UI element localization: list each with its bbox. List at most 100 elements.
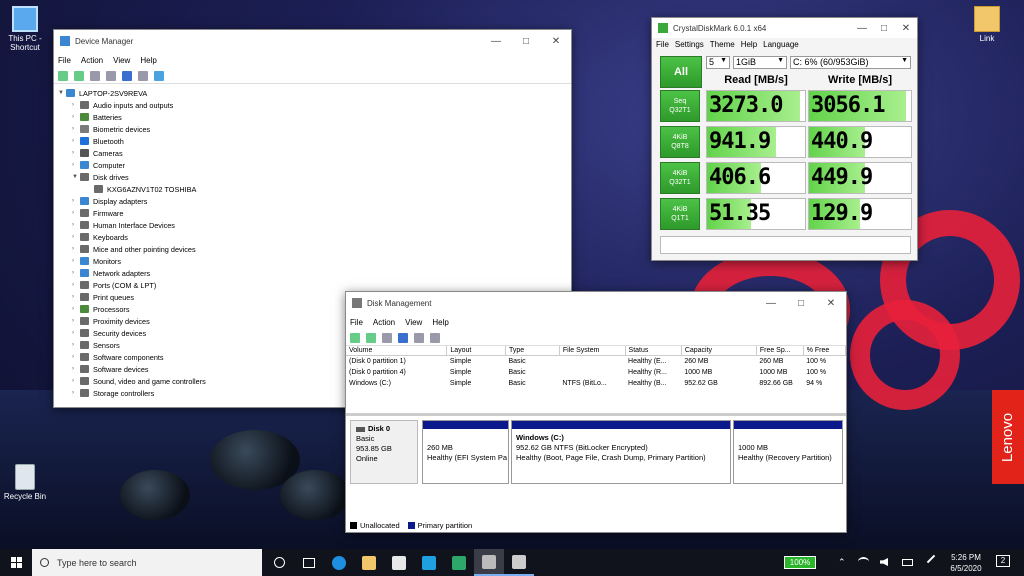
tree-category-item[interactable]: › Computer bbox=[58, 159, 567, 171]
column-header[interactable]: Layout bbox=[446, 346, 506, 356]
column-header[interactable]: Type bbox=[505, 346, 560, 356]
clock[interactable]: 5:26 PM 6/5/2020 bbox=[944, 552, 988, 574]
maximize-button[interactable]: □ bbox=[873, 23, 895, 34]
disk-management-window[interactable]: Disk Management — □ ✕ File Action View H… bbox=[345, 291, 847, 533]
table-row[interactable]: Windows (C:) Simple Basic NTFS (BitLo... Hea… bbox=[346, 378, 846, 389]
update-icon[interactable] bbox=[138, 70, 148, 81]
collapse-arrow-icon[interactable]: ▼ bbox=[58, 90, 66, 96]
network-app-taskbar-button[interactable] bbox=[444, 549, 474, 576]
vantage-taskbar-button[interactable] bbox=[414, 549, 444, 576]
tree-category-item[interactable]: › Display adapters bbox=[58, 195, 567, 207]
menu-action[interactable]: Action bbox=[373, 318, 395, 327]
pen-icon[interactable] bbox=[926, 554, 936, 564]
tree-category-item[interactable]: › Mice and other pointing devices bbox=[58, 243, 567, 255]
link-folder-icon[interactable]: Link bbox=[962, 6, 1012, 43]
menu-help[interactable]: Help bbox=[140, 56, 156, 65]
expand-arrow-icon[interactable]: › bbox=[72, 210, 80, 216]
minimize-button[interactable]: — bbox=[851, 23, 873, 34]
help-icon[interactable] bbox=[122, 70, 132, 81]
table-row[interactable]: (Disk 0 partition 1) Simple Basic Healthy (… bbox=[346, 356, 846, 367]
tree-category-item[interactable]: › Human Interface Devices bbox=[58, 219, 567, 231]
cortana-button[interactable] bbox=[264, 549, 294, 576]
table-row[interactable]: (Disk 0 partition 4) Simple Basic Healthy (… bbox=[346, 367, 846, 378]
this-pc-shortcut-icon[interactable]: This PC - Shortcut bbox=[0, 6, 50, 52]
search-input[interactable]: Type here to search bbox=[32, 549, 262, 576]
all-button[interactable]: All bbox=[660, 56, 702, 88]
menu-file[interactable]: File bbox=[350, 318, 363, 327]
file-explorer-taskbar-button[interactable] bbox=[354, 549, 384, 576]
close-button[interactable]: ✕ bbox=[816, 298, 846, 309]
expand-arrow-icon[interactable]: › bbox=[72, 282, 80, 288]
view-icon[interactable] bbox=[414, 332, 424, 343]
menu-file[interactable]: File bbox=[656, 40, 669, 49]
back-arrow-icon[interactable] bbox=[58, 70, 68, 81]
menu-theme[interactable]: Theme bbox=[710, 40, 735, 49]
minimize-button[interactable]: — bbox=[756, 298, 786, 309]
menu-view[interactable]: View bbox=[405, 318, 422, 327]
comment-field[interactable] bbox=[660, 236, 911, 254]
maximize-button[interactable]: □ bbox=[511, 36, 541, 47]
title-bar[interactable]: Disk Management — □ ✕ bbox=[346, 292, 846, 314]
expand-arrow-icon[interactable]: › bbox=[72, 354, 80, 360]
expand-arrow-icon[interactable]: › bbox=[72, 390, 80, 396]
test-button[interactable]: Seq Q32T1 bbox=[660, 90, 700, 122]
close-button[interactable]: ✕ bbox=[541, 36, 571, 47]
forward-arrow-icon[interactable] bbox=[366, 332, 376, 343]
expand-arrow-icon[interactable]: › bbox=[72, 138, 80, 144]
test-button[interactable]: 4KiB Q8T8 bbox=[660, 126, 700, 158]
scan-monitor-icon[interactable] bbox=[154, 70, 164, 81]
back-arrow-icon[interactable] bbox=[350, 332, 360, 343]
forward-arrow-icon[interactable] bbox=[74, 70, 84, 81]
expand-arrow-icon[interactable]: › bbox=[72, 234, 80, 240]
partition-block[interactable]: 260 MB Healthy (EFI System Pa bbox=[422, 420, 509, 484]
menu-settings[interactable]: Settings bbox=[675, 40, 704, 49]
tree-category-item[interactable]: › Biometric devices bbox=[58, 123, 567, 135]
expand-arrow-icon[interactable]: › bbox=[72, 378, 80, 384]
drive-select[interactable]: C: 6% (60/953GiB) ▼ bbox=[790, 56, 911, 69]
notification-center-button[interactable]: 2 bbox=[996, 555, 1010, 567]
expand-arrow-icon[interactable]: › bbox=[72, 270, 80, 276]
tree-category-item[interactable]: › Batteries bbox=[58, 111, 567, 123]
partition-block[interactable]: Windows (C:) 952.62 GB NTFS (BitLocker En… bbox=[511, 420, 731, 484]
help-icon[interactable] bbox=[398, 332, 408, 343]
tree-category-item[interactable]: › Bluetooth bbox=[58, 135, 567, 147]
tree-category-item[interactable]: › Firmware bbox=[58, 207, 567, 219]
expand-arrow-icon[interactable]: › bbox=[72, 198, 80, 204]
test-size-select[interactable]: 1GiB ▼ bbox=[733, 56, 787, 69]
expand-arrow-icon[interactable]: › bbox=[72, 306, 80, 312]
column-header[interactable]: Status bbox=[625, 346, 682, 356]
crystaldiskmark-window[interactable]: CrystalDiskMark 6.0.1 x64 — □ ✕ File Set… bbox=[651, 17, 918, 261]
expand-arrow-icon[interactable]: › bbox=[72, 294, 80, 300]
expand-arrow-icon[interactable]: › bbox=[72, 126, 80, 132]
maximize-button[interactable]: □ bbox=[786, 298, 816, 309]
tree-category-item[interactable]: › Audio inputs and outputs bbox=[58, 99, 567, 111]
disk-management-taskbar-button[interactable] bbox=[474, 549, 504, 576]
view-icon[interactable] bbox=[106, 70, 116, 81]
settings-icon[interactable] bbox=[430, 332, 440, 343]
expand-arrow-icon[interactable]: › bbox=[72, 162, 80, 168]
menu-action[interactable]: Action bbox=[81, 56, 103, 65]
disk-info-panel[interactable]: Disk 0 Basic 953.85 GB Online bbox=[350, 420, 418, 484]
tree-category-item[interactable]: › Network adapters bbox=[58, 267, 567, 279]
expand-arrow-icon[interactable]: › bbox=[72, 246, 80, 252]
expand-arrow-icon[interactable]: › bbox=[72, 258, 80, 264]
expand-arrow-icon[interactable]: › bbox=[72, 150, 80, 156]
menu-help[interactable]: Help bbox=[741, 40, 757, 49]
recycle-bin-icon[interactable]: Recycle Bin bbox=[0, 464, 50, 501]
start-button[interactable] bbox=[0, 549, 32, 576]
volume-list[interactable]: Volume Layout Type File System Status Capacit… bbox=[346, 346, 846, 416]
column-header[interactable]: Volume bbox=[346, 346, 448, 356]
expand-arrow-icon[interactable]: › bbox=[72, 330, 80, 336]
edge-taskbar-button[interactable] bbox=[324, 549, 354, 576]
chevron-up-icon[interactable]: ⌃ bbox=[838, 557, 846, 568]
menu-help[interactable]: Help bbox=[432, 318, 448, 327]
test-button[interactable]: 4KiB Q32T1 bbox=[660, 162, 700, 194]
partition-block[interactable]: 1000 MB Healthy (Recovery Partition) bbox=[733, 420, 843, 484]
menu-language[interactable]: Language bbox=[763, 40, 799, 49]
battery-indicator[interactable]: 100% bbox=[784, 556, 816, 569]
expand-arrow-icon[interactable]: › bbox=[72, 114, 80, 120]
title-bar[interactable]: Device Manager — □ ✕ bbox=[54, 30, 571, 52]
volume-icon[interactable] bbox=[880, 558, 888, 566]
tree-root[interactable]: ▼ LAPTOP-2SV9REVA bbox=[58, 87, 567, 99]
expand-arrow-icon[interactable]: › bbox=[72, 366, 80, 372]
